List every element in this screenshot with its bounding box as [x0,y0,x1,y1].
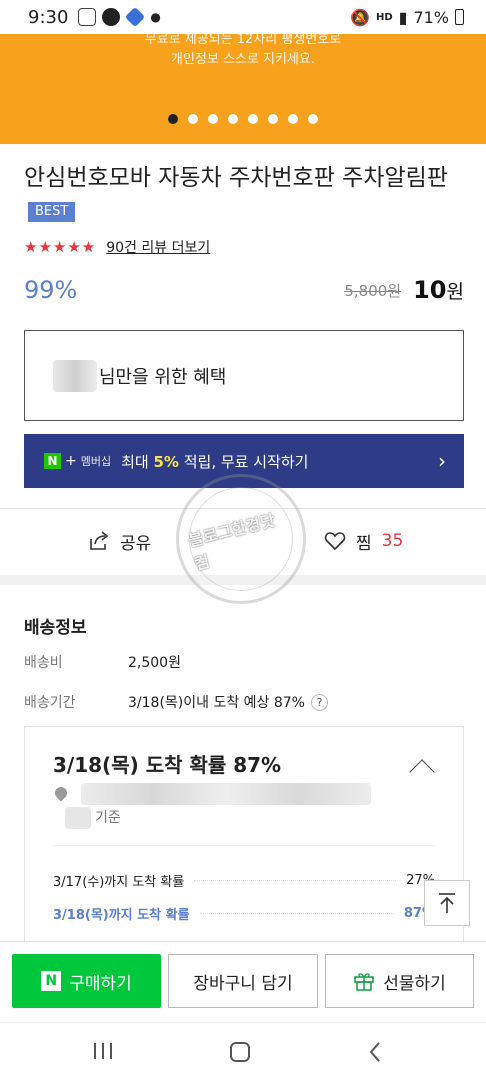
arrow-up-icon [439,893,455,913]
product-title-text: 안심번호모바 자동차 주차번호판 주차알림판 [24,165,448,191]
android-navigation-bar [0,1022,486,1080]
scroll-to-top-button[interactable] [424,880,470,926]
carousel-dot[interactable] [268,114,278,124]
battery-icon [455,9,464,25]
blurred-address [81,783,371,805]
member-benefit-box[interactable]: 님만을 위한 혜택 [24,330,464,421]
arrival-probability-box: 3/18(목) 도착 확률 87% 기준 3/17(수)까지 도착 확률 27%… [24,726,464,941]
discount-rate: 99% [24,276,78,304]
home-icon[interactable] [229,1041,251,1063]
status-bar: 9:30 ● 🔕 HD ▮ 71% [0,0,486,34]
carousel-dot[interactable] [228,114,238,124]
back-icon[interactable] [368,1041,382,1063]
share-label: 공유 [120,533,152,554]
zzim-count: 35 [381,531,404,551]
share-button[interactable]: 공유 [88,529,151,554]
carousel-dot[interactable] [288,114,298,124]
product-title: 안심번호모바 자동차 주차번호판 주차알림판 BEST [24,162,464,228]
membership-text-suffix: 적립, 무료 시작하기 [178,452,309,471]
naver-n-icon: N [44,453,61,469]
carousel-dot[interactable] [208,114,218,124]
sale-price-unit: 원 [446,281,464,303]
sale-price: 10원 [413,276,464,304]
shipping-fee-row: 배송비 2,500원 [24,652,181,672]
shipping-fee-value: 2,500원 [128,655,181,671]
gift-icon [354,973,375,991]
carousel-dot[interactable] [308,114,318,124]
m-app-notification-icon [102,8,121,26]
divider [53,845,435,846]
gift-button[interactable]: 선물하기 [325,954,474,1008]
heart-icon [324,532,346,551]
blurred-username [53,359,97,392]
buy-button[interactable]: N 구매하기 [12,954,161,1008]
watermark-text: 블로그한경닷컴 [186,510,277,574]
address-base-label: 기준 [95,810,121,826]
status-time: 9:30 [28,6,69,28]
zzim-button[interactable]: 찜 35 [324,529,403,554]
recent-apps-icon[interactable] [92,1041,114,1061]
shipping-section-title: 배송정보 [24,618,87,638]
home-app-notification-icon [125,6,146,28]
carousel-dot[interactable] [248,114,258,124]
dotted-leader [199,913,394,914]
probability-row-label: 3/17(수)까지 도착 확률 [53,875,185,890]
membership-text-prefix: 최대 [121,452,154,471]
membership-text: 최대 5% 적립, 무료 시작하기 [121,451,308,472]
mute-icon: 🔕 [350,7,370,27]
price-row: 99% 5,800원 10원 [24,272,464,308]
signal-icon: ▮ [398,7,408,27]
original-price: 5,800원 [344,281,402,300]
carousel-dot[interactable] [188,114,198,124]
membership-rate: 5% [153,452,179,471]
help-icon[interactable]: ? [311,693,328,711]
arrival-probability-title: 3/18(목) 도착 확률 87% [53,753,282,777]
more-notifications-dot-icon: ● [150,10,161,24]
review-link[interactable]: 90건 리뷰 더보기 [106,237,210,257]
promo-banner[interactable]: 무료로 제공되는 12자리 평생번호로 개인정보 스스로 지키세요. [0,32,486,144]
gift-label: 선물하기 [383,973,446,994]
location-pin-icon [52,784,70,802]
battery-percent: 71% [413,7,449,27]
status-right-group: 🔕 HD ▮ 71% [350,8,464,27]
probability-row-highlight: 3/18(목)까지 도착 확률 87% [53,904,435,923]
chevron-right-icon: › [438,449,446,473]
shipping-fee-label: 배송비 [24,655,63,671]
benefit-text: 님만을 위한 혜택 [99,366,227,388]
probability-row-label: 3/18(목)까지 도착 확률 [53,908,190,923]
carousel-dot[interactable] [168,114,178,124]
blurred-address-2 [65,807,91,829]
purchase-action-bar: N 구매하기 장바구니 담기 선물하기 [0,941,486,1021]
rating-row: ★★★★★ 90건 리뷰 더보기 [24,237,210,257]
gallery-notification-icon [78,8,97,26]
zzim-label: 찜 [356,533,372,554]
shipping-period-label: 배송기간 [24,695,76,711]
sale-price-number: 10 [413,276,447,304]
dotted-leader [194,880,397,881]
probability-row: 3/17(수)까지 도착 확률 27% [53,871,435,890]
watermark-inner-ring: 블로그한경닷컴 [177,475,305,603]
best-badge: BEST [28,202,76,222]
share-icon [90,531,109,550]
plus-icon: + [65,453,77,469]
membership-label: 멤버십 [80,455,112,468]
shipping-period-value: 3/18(목)이내 도착 예상 87% [128,695,305,711]
rating-stars-icon: ★★★★★ [24,238,97,256]
collapse-chevron-up-icon[interactable] [409,759,435,785]
banner-line-1: 무료로 제공되는 12자리 평생번호로 [144,32,342,47]
cart-label: 장바구니 담기 [193,973,293,994]
shipping-period-row: 배송기간 3/18(목)이내 도착 예상 87% ? [24,692,328,712]
add-to-cart-button[interactable]: 장바구니 담기 [168,954,318,1008]
hd-voice-label: HD [375,11,393,23]
naver-pay-icon: N [41,971,62,991]
buy-label: 구매하기 [69,973,132,994]
carousel-dots [0,114,486,124]
banner-line-2: 개인정보 스스로 지키세요. [171,52,315,67]
